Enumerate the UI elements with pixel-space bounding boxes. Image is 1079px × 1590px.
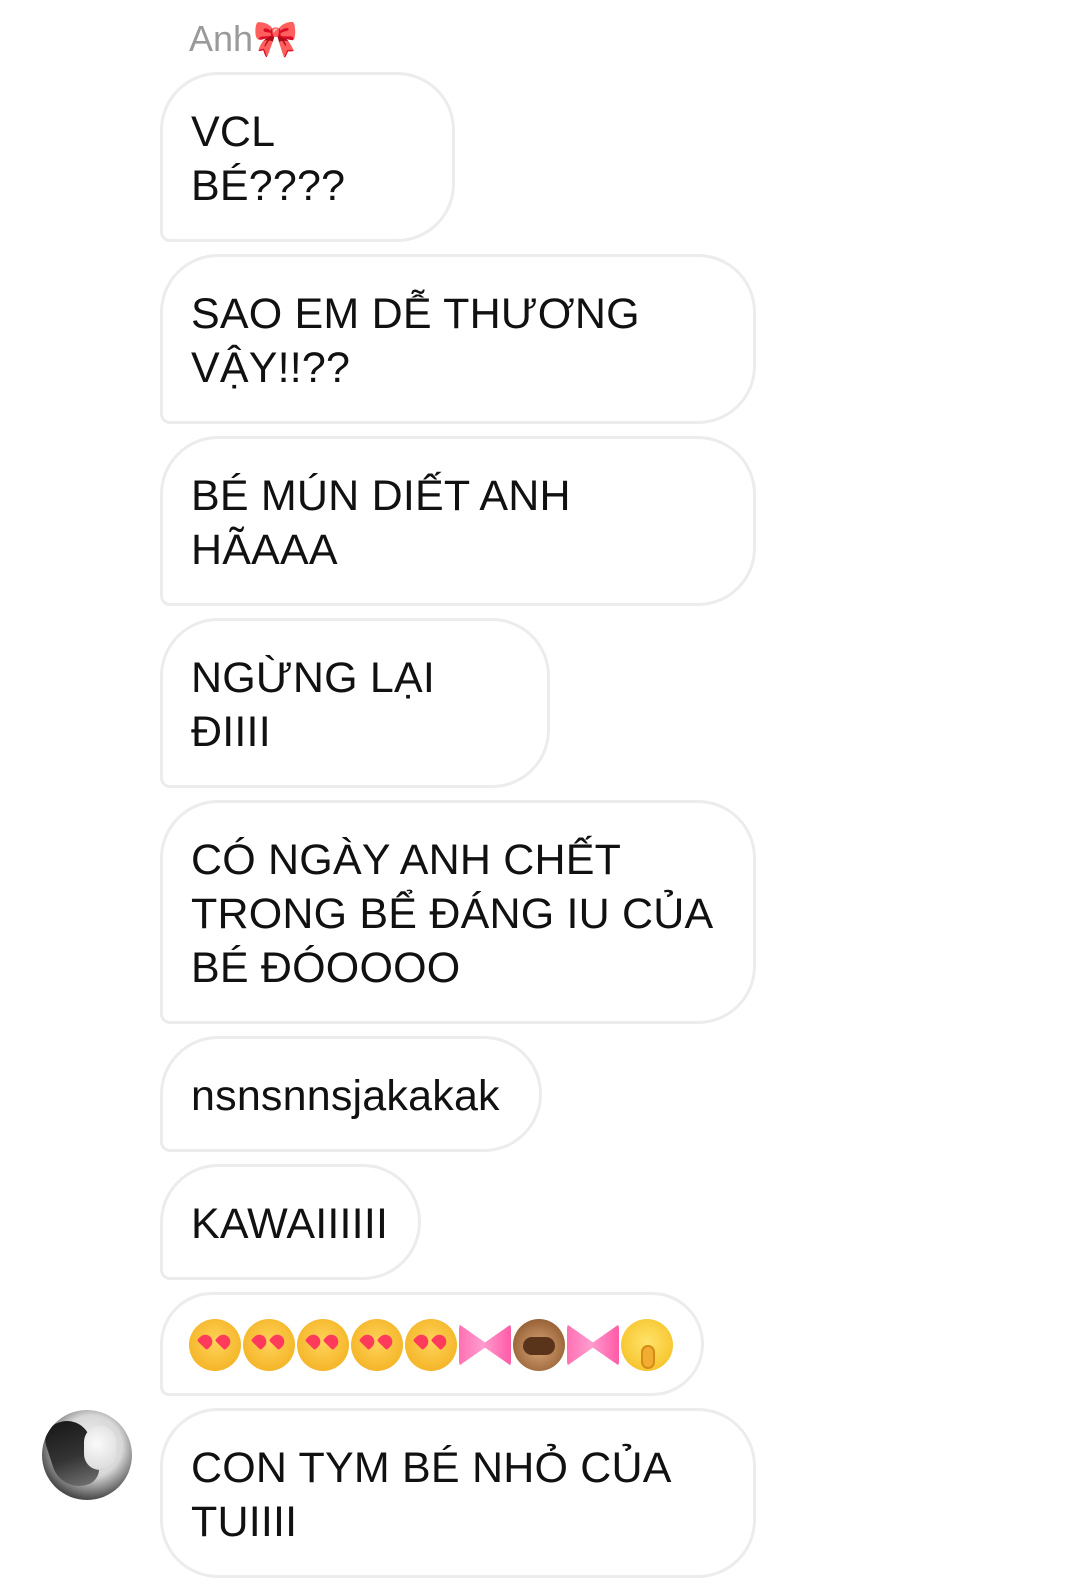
message-bubble[interactable]: BÉ MÚN DIẾT ANH HÃAAA (160, 436, 756, 606)
message-text: CON TYM BÉ NHỎ CỦA TUIIII (191, 1444, 670, 1546)
heart-eyes-cat-icon (297, 1319, 349, 1371)
shushing-face-icon (621, 1319, 673, 1371)
message-text: SAO EM DỄ THƯƠNG VẬY!!?? (191, 290, 640, 392)
ribbon-icon: 🎀 (253, 19, 298, 60)
heart-eyes-cat-icon (351, 1319, 403, 1371)
message-text: NGỪNG LẠI ĐIIII (191, 654, 436, 756)
sender-name: Anh🎀 (189, 16, 305, 62)
heart-eyes-cat-icon (189, 1319, 241, 1371)
heart-eyes-cat-icon (405, 1319, 457, 1371)
message-bubble[interactable]: CON TYM BÉ NHỎ CỦA TUIIII (160, 1408, 756, 1578)
message-bubble[interactable]: nsnsnnsjakakak (160, 1036, 542, 1152)
avatar[interactable] (42, 1410, 132, 1500)
message-text: BÉ MÚN DIẾT ANH HÃAAA (191, 472, 571, 574)
message-text: KAWAIIIIII (191, 1200, 389, 1248)
sender-name-text: Anh (189, 18, 254, 59)
message-thread: VCL BÉ???? SAO EM DỄ THƯƠNG VẬY!!?? BÉ M… (160, 72, 760, 1590)
message-bubble[interactable]: CÓ NGÀY ANH CHẾT TRONG BỂ ĐÁNG IU CỦA BÉ… (160, 800, 756, 1024)
message-bubble[interactable]: VCL BÉ???? (160, 72, 455, 242)
emoji-message-bubble[interactable] (160, 1292, 704, 1396)
message-bubble[interactable]: NGỪNG LẠI ĐIIII (160, 618, 550, 788)
message-text: VCL BÉ???? (191, 108, 346, 210)
message-text: CÓ NGÀY ANH CHẾT TRONG BỂ ĐÁNG IU CỦA BÉ… (191, 836, 712, 992)
emoji-strip (189, 1319, 673, 1371)
message-text: nsnsnnsjakakak (191, 1072, 500, 1120)
message-bubble[interactable]: SAO EM DỄ THƯƠNG VẬY!!?? (160, 254, 756, 424)
heart-eyes-cat-icon (243, 1319, 295, 1371)
ribbon-icon (459, 1324, 511, 1366)
message-bubble[interactable]: KAWAIIIIII (160, 1164, 422, 1280)
ribbon-icon (567, 1324, 619, 1366)
see-no-evil-monkey-icon (513, 1319, 565, 1371)
